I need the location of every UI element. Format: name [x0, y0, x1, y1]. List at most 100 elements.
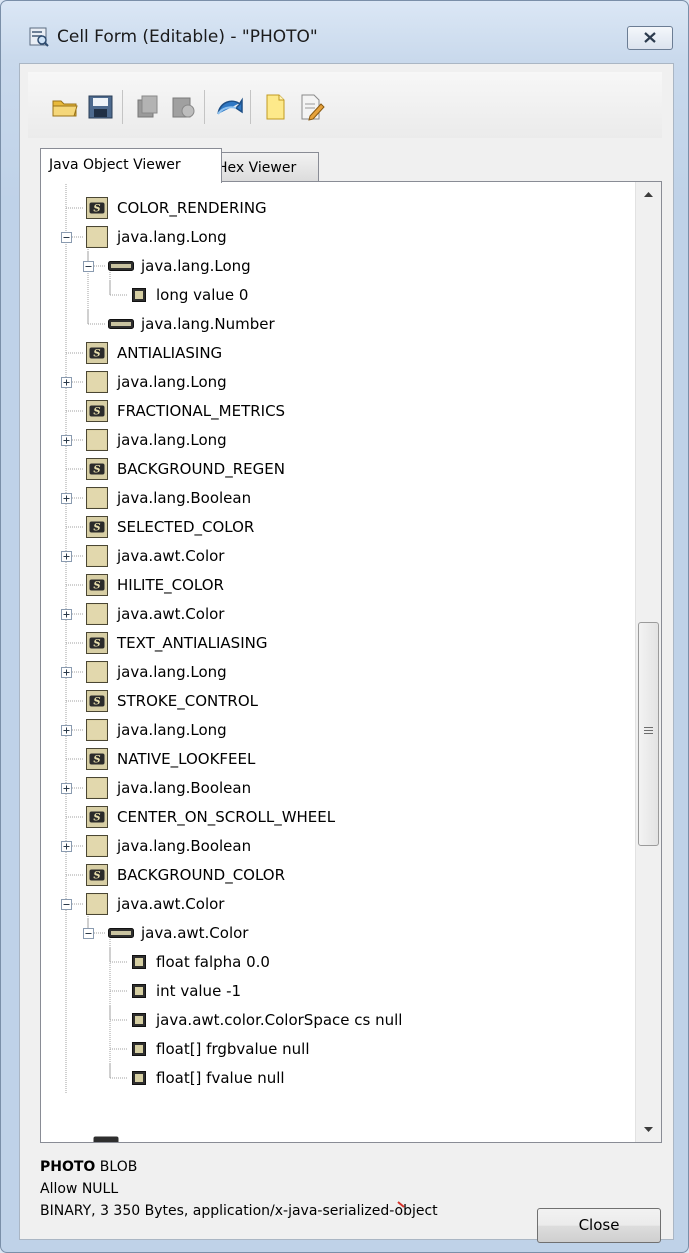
tree-node-label: java.lang.Long: [117, 431, 227, 449]
tree-node[interactable]: java.awt.color.ColorSpace cs null: [41, 1006, 633, 1035]
svg-text:S: S: [93, 871, 100, 882]
collapse-icon[interactable]: [83, 928, 94, 939]
tree-node[interactable]: java.lang.Long: [41, 716, 633, 745]
tree-node[interactable]: float[] fvalue null: [41, 1064, 633, 1093]
collapse-icon[interactable]: [61, 899, 72, 910]
scroll-up-button[interactable]: [636, 182, 661, 206]
tree-node[interactable]: float[] frgbvalue null: [41, 1035, 633, 1064]
tree-node[interactable]: java.awt.Color: [41, 542, 633, 571]
expand-icon[interactable]: [61, 783, 72, 794]
tree-node[interactable]: int value -1: [41, 977, 633, 1006]
tree-node[interactable]: S STROKE_CONTROL: [41, 687, 633, 716]
tree-node[interactable]: java.lang.Boolean: [41, 832, 633, 861]
field-icon: [132, 288, 146, 302]
object-icon: [86, 226, 108, 248]
object-icon: [86, 893, 108, 915]
tree-node[interactable]: java.lang.Long: [41, 658, 633, 687]
object-icon: [86, 777, 108, 799]
object-tree[interactable]: S COLOR_RENDERING java.lang.Long java.lang.…: [41, 182, 633, 1142]
string-key-icon: S: [86, 632, 108, 654]
expand-icon[interactable]: [61, 493, 72, 504]
tree-node-label: TEXT_ANTIALIASING: [117, 634, 268, 652]
expand-icon[interactable]: [61, 725, 72, 736]
vertical-scrollbar[interactable]: [635, 182, 661, 1142]
tree-node[interactable]: S HILITE_COLOR: [41, 571, 633, 600]
expand-icon[interactable]: [61, 551, 72, 562]
string-key-icon: S: [86, 197, 108, 219]
expand-icon[interactable]: [61, 841, 72, 852]
tree-node[interactable]: java.awt.Color: [41, 600, 633, 629]
tree-node[interactable]: S BACKGROUND_COLOR: [41, 861, 633, 890]
object-icon: [86, 487, 108, 509]
string-key-icon: S: [86, 574, 108, 596]
arrow-up-icon: [644, 192, 653, 197]
expand-icon[interactable]: [61, 609, 72, 620]
java-object-viewer-panel: S COLOR_RENDERING java.lang.Long java.lang.…: [40, 181, 662, 1143]
tree-node[interactable]: S ANTIALIASING: [41, 339, 633, 368]
edit-file-icon[interactable]: [296, 92, 326, 122]
expand-icon[interactable]: [61, 435, 72, 446]
scrollbar-thumb[interactable]: [638, 622, 659, 846]
object-icon: [86, 545, 108, 567]
tree-node[interactable]: java.lang.Long: [41, 223, 633, 252]
window-close-button[interactable]: [627, 26, 673, 50]
tree-node[interactable]: long value 0: [41, 281, 633, 310]
toolbar: [28, 72, 662, 138]
tree-node[interactable]: java.lang.Long: [41, 368, 633, 397]
tree-node-label: ANTIALIASING: [117, 344, 223, 362]
tree-node[interactable]: java.lang.Long: [41, 252, 633, 281]
string-key-icon: S: [86, 400, 108, 422]
save-icon[interactable]: [86, 92, 116, 122]
tree-node[interactable]: S FRACTIONAL_METRICS: [41, 397, 633, 426]
tree-node-label: int value -1: [156, 982, 242, 1000]
close-button[interactable]: Close: [537, 1208, 661, 1243]
tree-node-label: java.awt.Color: [141, 924, 249, 942]
object-icon: [86, 719, 108, 741]
tree-node[interactable]: S BACKGROUND_REGEN: [41, 455, 633, 484]
string-key-icon: S: [86, 806, 108, 828]
copy-icon[interactable]: [132, 92, 162, 122]
tree-node-label: java.lang.Long: [141, 257, 251, 275]
tree-node-label: BACKGROUND_REGEN: [117, 460, 285, 478]
class-icon: [108, 928, 134, 938]
tree-node[interactable]: S CENTER_ON_SCROLL_WHEEL: [41, 803, 633, 832]
tree-node-label: java.lang.Boolean: [117, 489, 252, 507]
tree-node[interactable]: S TEXT_ANTIALIASING: [41, 629, 633, 658]
collapse-icon[interactable]: [83, 261, 94, 272]
tree-node[interactable]: java.lang.Number: [41, 310, 633, 339]
tree-node[interactable]: java.lang.Long: [41, 426, 633, 455]
tree-node[interactable]: S COLOR_RENDERING: [41, 194, 633, 223]
string-key-icon: S: [86, 516, 108, 538]
tree-node[interactable]: S SELECTED_COLOR: [41, 513, 633, 542]
svg-text:S: S: [93, 581, 100, 592]
refresh-icon[interactable]: [214, 92, 244, 122]
collapse-icon[interactable]: [61, 232, 72, 243]
new-file-icon[interactable]: [260, 92, 290, 122]
tree-node[interactable]: float falpha 0.0: [41, 948, 633, 977]
string-key-icon: S: [86, 748, 108, 770]
expand-icon[interactable]: [61, 667, 72, 678]
window-title: Cell Form (Editable) - "PHOTO": [57, 27, 318, 47]
column-info: PHOTO BLOB Allow NULL BINARY, 3 350 Byte…: [40, 1156, 438, 1222]
object-icon: [86, 661, 108, 683]
paste-icon[interactable]: [168, 92, 198, 122]
tree-node-label: long value 0: [156, 286, 249, 304]
tree-node[interactable]: java.awt.Color: [41, 919, 633, 948]
tree-node[interactable]: S NATIVE_LOOKFEEL: [41, 745, 633, 774]
tree-node-label: java.lang.Long: [117, 373, 227, 391]
string-key-icon: S: [86, 690, 108, 712]
open-folder-icon[interactable]: [50, 92, 80, 122]
tree-node-label: NATIVE_LOOKFEEL: [117, 750, 256, 768]
tree-node[interactable]: java.awt.Color: [41, 890, 633, 919]
class-icon: [108, 319, 134, 329]
tree-node-label: float[] frgbvalue null: [156, 1040, 310, 1058]
expand-icon[interactable]: [61, 377, 72, 388]
tree-node[interactable]: java.lang.Boolean: [41, 484, 633, 513]
tab-hex-viewer[interactable]: Hex Viewer: [208, 152, 319, 181]
class-icon: [93, 1136, 119, 1142]
tree-node[interactable]: java.lang.Boolean: [41, 774, 633, 803]
title-bar: Cell Form (Editable) - "PHOTO": [1, 1, 688, 50]
tree-node-label: java.awt.Color: [117, 547, 225, 565]
scroll-down-button[interactable]: [636, 1118, 661, 1142]
tab-java-object-viewer[interactable]: Java Object Viewer: [40, 148, 222, 183]
